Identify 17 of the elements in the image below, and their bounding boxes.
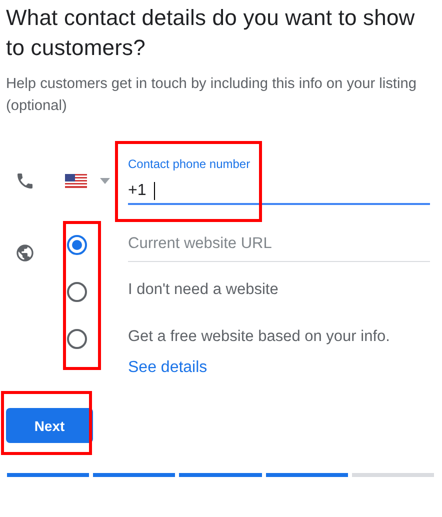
text-cursor (154, 182, 156, 200)
help-text: Help customers get in touch by including this info on your listing (optional) (6, 75, 418, 116)
globe-icon (15, 243, 35, 263)
flag-icon[interactable] (65, 174, 87, 188)
next-button[interactable]: Next (6, 408, 93, 443)
phone-field[interactable]: Contact phone number +1 (128, 141, 430, 221)
radio-button[interactable] (67, 282, 87, 302)
radio-button[interactable] (67, 329, 87, 349)
radio-button[interactable] (67, 235, 87, 255)
option-label: I don't need a website (128, 280, 280, 299)
field-label: Contact phone number (128, 157, 250, 171)
phone-icon (15, 171, 35, 191)
option-label: Get a free website based on your info. (128, 327, 391, 346)
page-title: What contact details do you want to show to customers? (6, 4, 416, 62)
see-details-link[interactable]: See details (128, 359, 208, 377)
field-value: +1 (128, 182, 146, 200)
dropdown-caret-icon[interactable] (100, 178, 110, 184)
